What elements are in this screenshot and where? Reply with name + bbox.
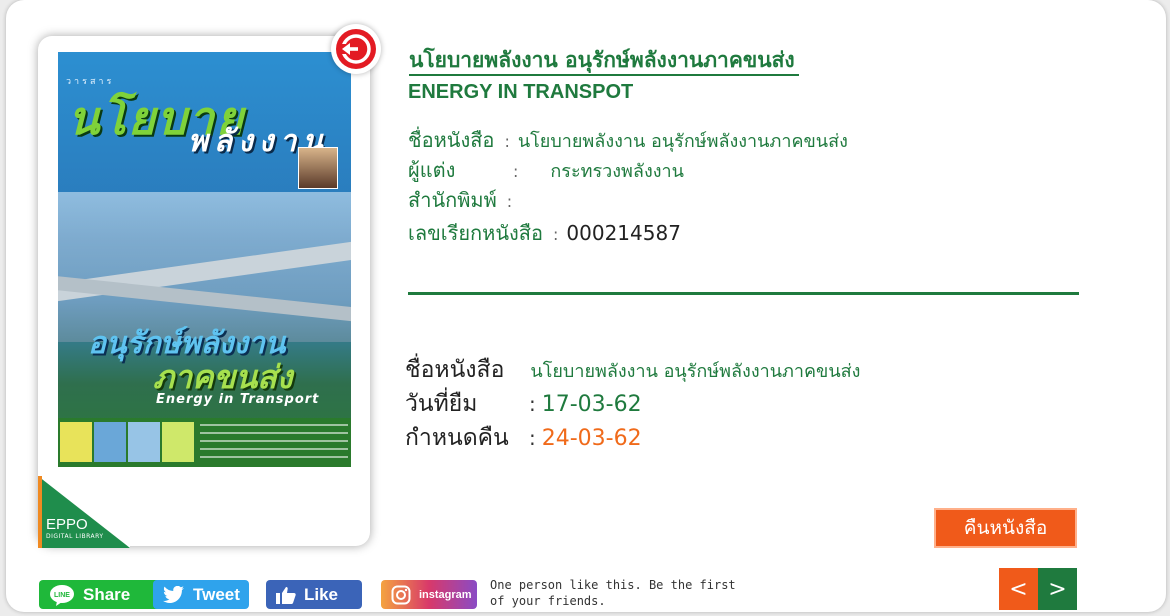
return-book-button[interactable]: คืนหนังสือ	[934, 508, 1077, 548]
cover-text-lines	[200, 424, 348, 460]
loan-row-borrow: วันที่ยืม:17-03-62	[405, 387, 642, 422]
twitter-tweet-button[interactable]: Tweet	[153, 580, 249, 609]
detail-value: กระทรวงพลังงาน	[550, 161, 684, 182]
facebook-like-note: One person like this. Be the first of yo…	[490, 578, 736, 608]
book-cover-image: วารสาร นโยบาย พลังงาน อนุรักษ์พลังงาน ภา…	[58, 52, 351, 467]
eppo-logo-sub: DIGITAL LIBRARY	[46, 533, 104, 540]
like-label: Like	[304, 584, 339, 604]
facebook-like-button[interactable]: Like	[266, 580, 362, 609]
due-date: 24-03-62	[541, 426, 642, 451]
detail-label: สำนักพิมพ์	[408, 188, 497, 212]
detail-value: นโยบายพลังงาน อนุรักษ์พลังงานภาคขนส่ง	[517, 131, 848, 152]
cover-thumb	[162, 422, 194, 462]
line-share-label: Share	[83, 584, 131, 604]
thumbs-up-icon	[276, 586, 296, 604]
cover-thumb	[60, 422, 92, 462]
detail-row-author: ผู้แต่ง: กระทรวงพลังงาน	[408, 158, 684, 182]
twitter-icon	[163, 585, 185, 604]
book-title-english: ENERGY IN TRANSPOT	[408, 81, 634, 103]
loan-label: วันที่ยืม	[405, 391, 478, 417]
return-badge-icon[interactable]	[331, 24, 381, 74]
detail-label: ผู้แต่ง	[408, 158, 456, 182]
loan-row-due: กำหนดคืน:24-03-62	[405, 421, 642, 456]
cover-bottom-strip	[58, 418, 351, 467]
line-icon: LINE	[49, 584, 75, 606]
loan-title-value: นโยบายพลังงาน อนุรักษ์พลังงานภาคขนส่ง	[530, 361, 861, 382]
cover-thumb	[128, 422, 160, 462]
detail-row-publisher: สำนักพิมพ์:	[408, 188, 513, 212]
eppo-logo-name: EPPO	[46, 516, 88, 533]
loan-row-title: ชื่อหนังสือ นโยบายพลังงาน อนุรักษ์พลังงาน…	[405, 353, 860, 389]
section-divider	[408, 292, 1079, 295]
detail-value: 000214587	[566, 221, 681, 245]
tweet-label: Tweet	[193, 584, 240, 604]
loan-label: ชื่อหนังสือ	[405, 357, 505, 383]
loan-label: กำหนดคืน	[405, 425, 509, 451]
instagram-button[interactable]: instagram	[381, 580, 477, 609]
prev-arrow-button[interactable]: <	[999, 568, 1038, 610]
detail-label: ชื่อหนังสือ	[408, 128, 495, 152]
cover-portrait	[298, 147, 338, 189]
line-share-button[interactable]: LINE Share	[39, 580, 162, 609]
book-cover-card[interactable]: วารสาร นโยบาย พลังงาน อนุรักษ์พลังงาน ภา…	[38, 36, 370, 546]
cover-thumb	[94, 422, 126, 462]
borrow-date: 17-03-62	[541, 392, 642, 417]
detail-label: เลขเรียกหนังสือ	[408, 221, 544, 245]
cover-headline3: Energy in Transport	[156, 392, 320, 407]
eppo-logo-edge	[38, 476, 42, 548]
next-arrow-button[interactable]: >	[1038, 568, 1077, 610]
detail-row-callnumber: เลขเรียกหนังสือ:000214587	[408, 221, 681, 245]
instagram-label: instagram	[419, 588, 472, 601]
instagram-icon	[391, 585, 411, 605]
svg-text:LINE: LINE	[54, 592, 70, 599]
book-title-thai: นโยบายพลังงาน อนุรักษ์พลังงานภาคขนส่ง	[409, 46, 799, 76]
eppo-logo: EPPO DIGITAL LIBRARY	[38, 476, 130, 548]
detail-row-title: ชื่อหนังสือ: นโยบายพลังงาน อนุรักษ์พลังงา…	[408, 128, 848, 152]
